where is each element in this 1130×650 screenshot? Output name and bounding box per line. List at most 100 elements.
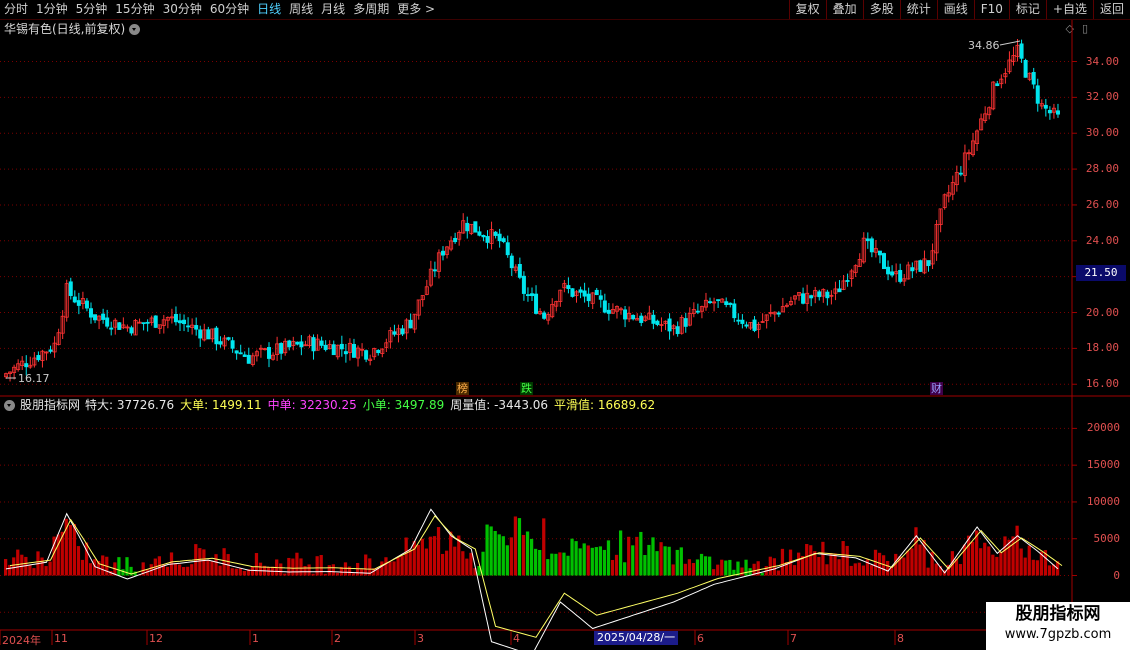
candle-body — [408, 319, 413, 329]
volume-bar — [392, 561, 396, 576]
volume-bar — [647, 544, 651, 576]
volume-bar — [40, 557, 44, 576]
candle-body — [890, 271, 895, 276]
volume-bar — [837, 559, 841, 576]
volume-bar — [740, 567, 744, 576]
indicator-tick-label: 20000 — [1086, 421, 1120, 435]
candle-body — [501, 238, 506, 243]
candle-body — [801, 293, 806, 304]
volume-bar — [117, 557, 121, 576]
volume-bar — [80, 559, 85, 576]
volume-bar — [918, 544, 922, 576]
candle-body — [752, 319, 757, 331]
volume-bar — [586, 545, 590, 576]
candle-body — [958, 172, 963, 175]
event-tag-finance[interactable]: 财 — [930, 382, 943, 395]
chevron-down-icon[interactable] — [4, 399, 15, 411]
current-price-tag: 21.50 — [1076, 265, 1126, 281]
volume-bar — [991, 554, 995, 576]
candle-body — [177, 320, 182, 324]
candle-body — [655, 320, 660, 325]
volume-bar — [736, 561, 740, 576]
candle-body — [141, 322, 146, 325]
candle-body — [1035, 85, 1040, 104]
volume-bar — [934, 563, 938, 576]
volume-bar — [728, 559, 732, 576]
volume-bar — [546, 559, 550, 576]
volume-bar — [780, 548, 785, 576]
volume-bar — [291, 558, 295, 576]
volume-bar — [631, 545, 635, 576]
candle-body — [776, 312, 781, 315]
candle-body — [598, 295, 603, 300]
volume-bar — [716, 564, 720, 576]
volume-bar — [776, 570, 781, 576]
volume-bar — [356, 562, 360, 576]
candle-body — [631, 314, 636, 320]
volume-bar — [1023, 557, 1027, 576]
volume-bar — [396, 557, 400, 576]
volume-bar — [825, 564, 829, 576]
volume-bar — [307, 564, 311, 576]
volume-bar — [542, 518, 546, 576]
indicator-value-2: 中单: 32230.25 — [267, 398, 357, 412]
candle-body — [473, 221, 478, 233]
volume-bar — [412, 541, 416, 576]
volume-bar — [177, 564, 182, 576]
candle-body — [48, 349, 53, 352]
volume-bar — [849, 565, 853, 576]
volume-bar — [695, 559, 700, 576]
volume-bar — [388, 561, 392, 576]
volume-bar — [445, 550, 449, 576]
candle-body — [238, 352, 243, 355]
volume-bar — [428, 536, 433, 576]
volume-bar — [558, 552, 562, 576]
candle-body — [869, 238, 874, 253]
watermark: 股朋指标网 www.7gpzb.com — [986, 602, 1130, 650]
candle-body — [145, 321, 150, 324]
volume-bar — [1019, 548, 1023, 576]
volume-bar — [606, 540, 611, 576]
volume-bar — [121, 569, 125, 576]
indicator-tick-label: 15000 — [1086, 458, 1120, 472]
time-axis-label: 12 — [149, 632, 163, 645]
volume-bar — [88, 563, 93, 576]
indicator-value-5: 平滑值: 16689.62 — [554, 398, 656, 412]
volume-bar — [416, 544, 420, 576]
volume-bar — [360, 568, 364, 576]
volume-bar — [861, 565, 865, 576]
candle-body — [198, 329, 203, 339]
volume-bar — [303, 566, 307, 576]
price-tick-label: 24.00 — [1085, 233, 1119, 247]
volume-bar — [327, 565, 331, 576]
volume-bar — [602, 549, 607, 576]
volume-bar — [910, 548, 914, 576]
candle-body — [246, 354, 251, 364]
event-tag-rank[interactable]: 榜 — [456, 382, 469, 395]
candle-body — [242, 354, 247, 357]
volume-bar — [708, 556, 712, 576]
candle-body — [882, 253, 887, 270]
candle-body — [594, 289, 599, 296]
candle-body — [493, 231, 498, 236]
volume-bar — [914, 527, 918, 576]
volume-bar — [995, 556, 999, 576]
volume-bar — [440, 553, 445, 576]
volume-bar — [570, 538, 574, 576]
candle-body — [24, 363, 29, 368]
volume-bar — [218, 565, 222, 576]
kline-chart[interactable] — [0, 0, 1130, 650]
volume-bar — [343, 562, 348, 576]
volume-bar — [829, 553, 833, 576]
volume-bar — [186, 566, 190, 576]
candle-body — [76, 300, 81, 306]
candle-body — [465, 222, 470, 232]
candle-body — [995, 83, 1000, 86]
candle-body — [667, 318, 672, 332]
event-tag-drop[interactable]: 跌 — [520, 382, 533, 395]
price-tick-label: 28.00 — [1085, 162, 1119, 176]
volume-bar — [420, 538, 424, 576]
volume-bar — [72, 524, 77, 576]
volume-bar — [679, 547, 683, 576]
candle-body — [440, 250, 445, 256]
